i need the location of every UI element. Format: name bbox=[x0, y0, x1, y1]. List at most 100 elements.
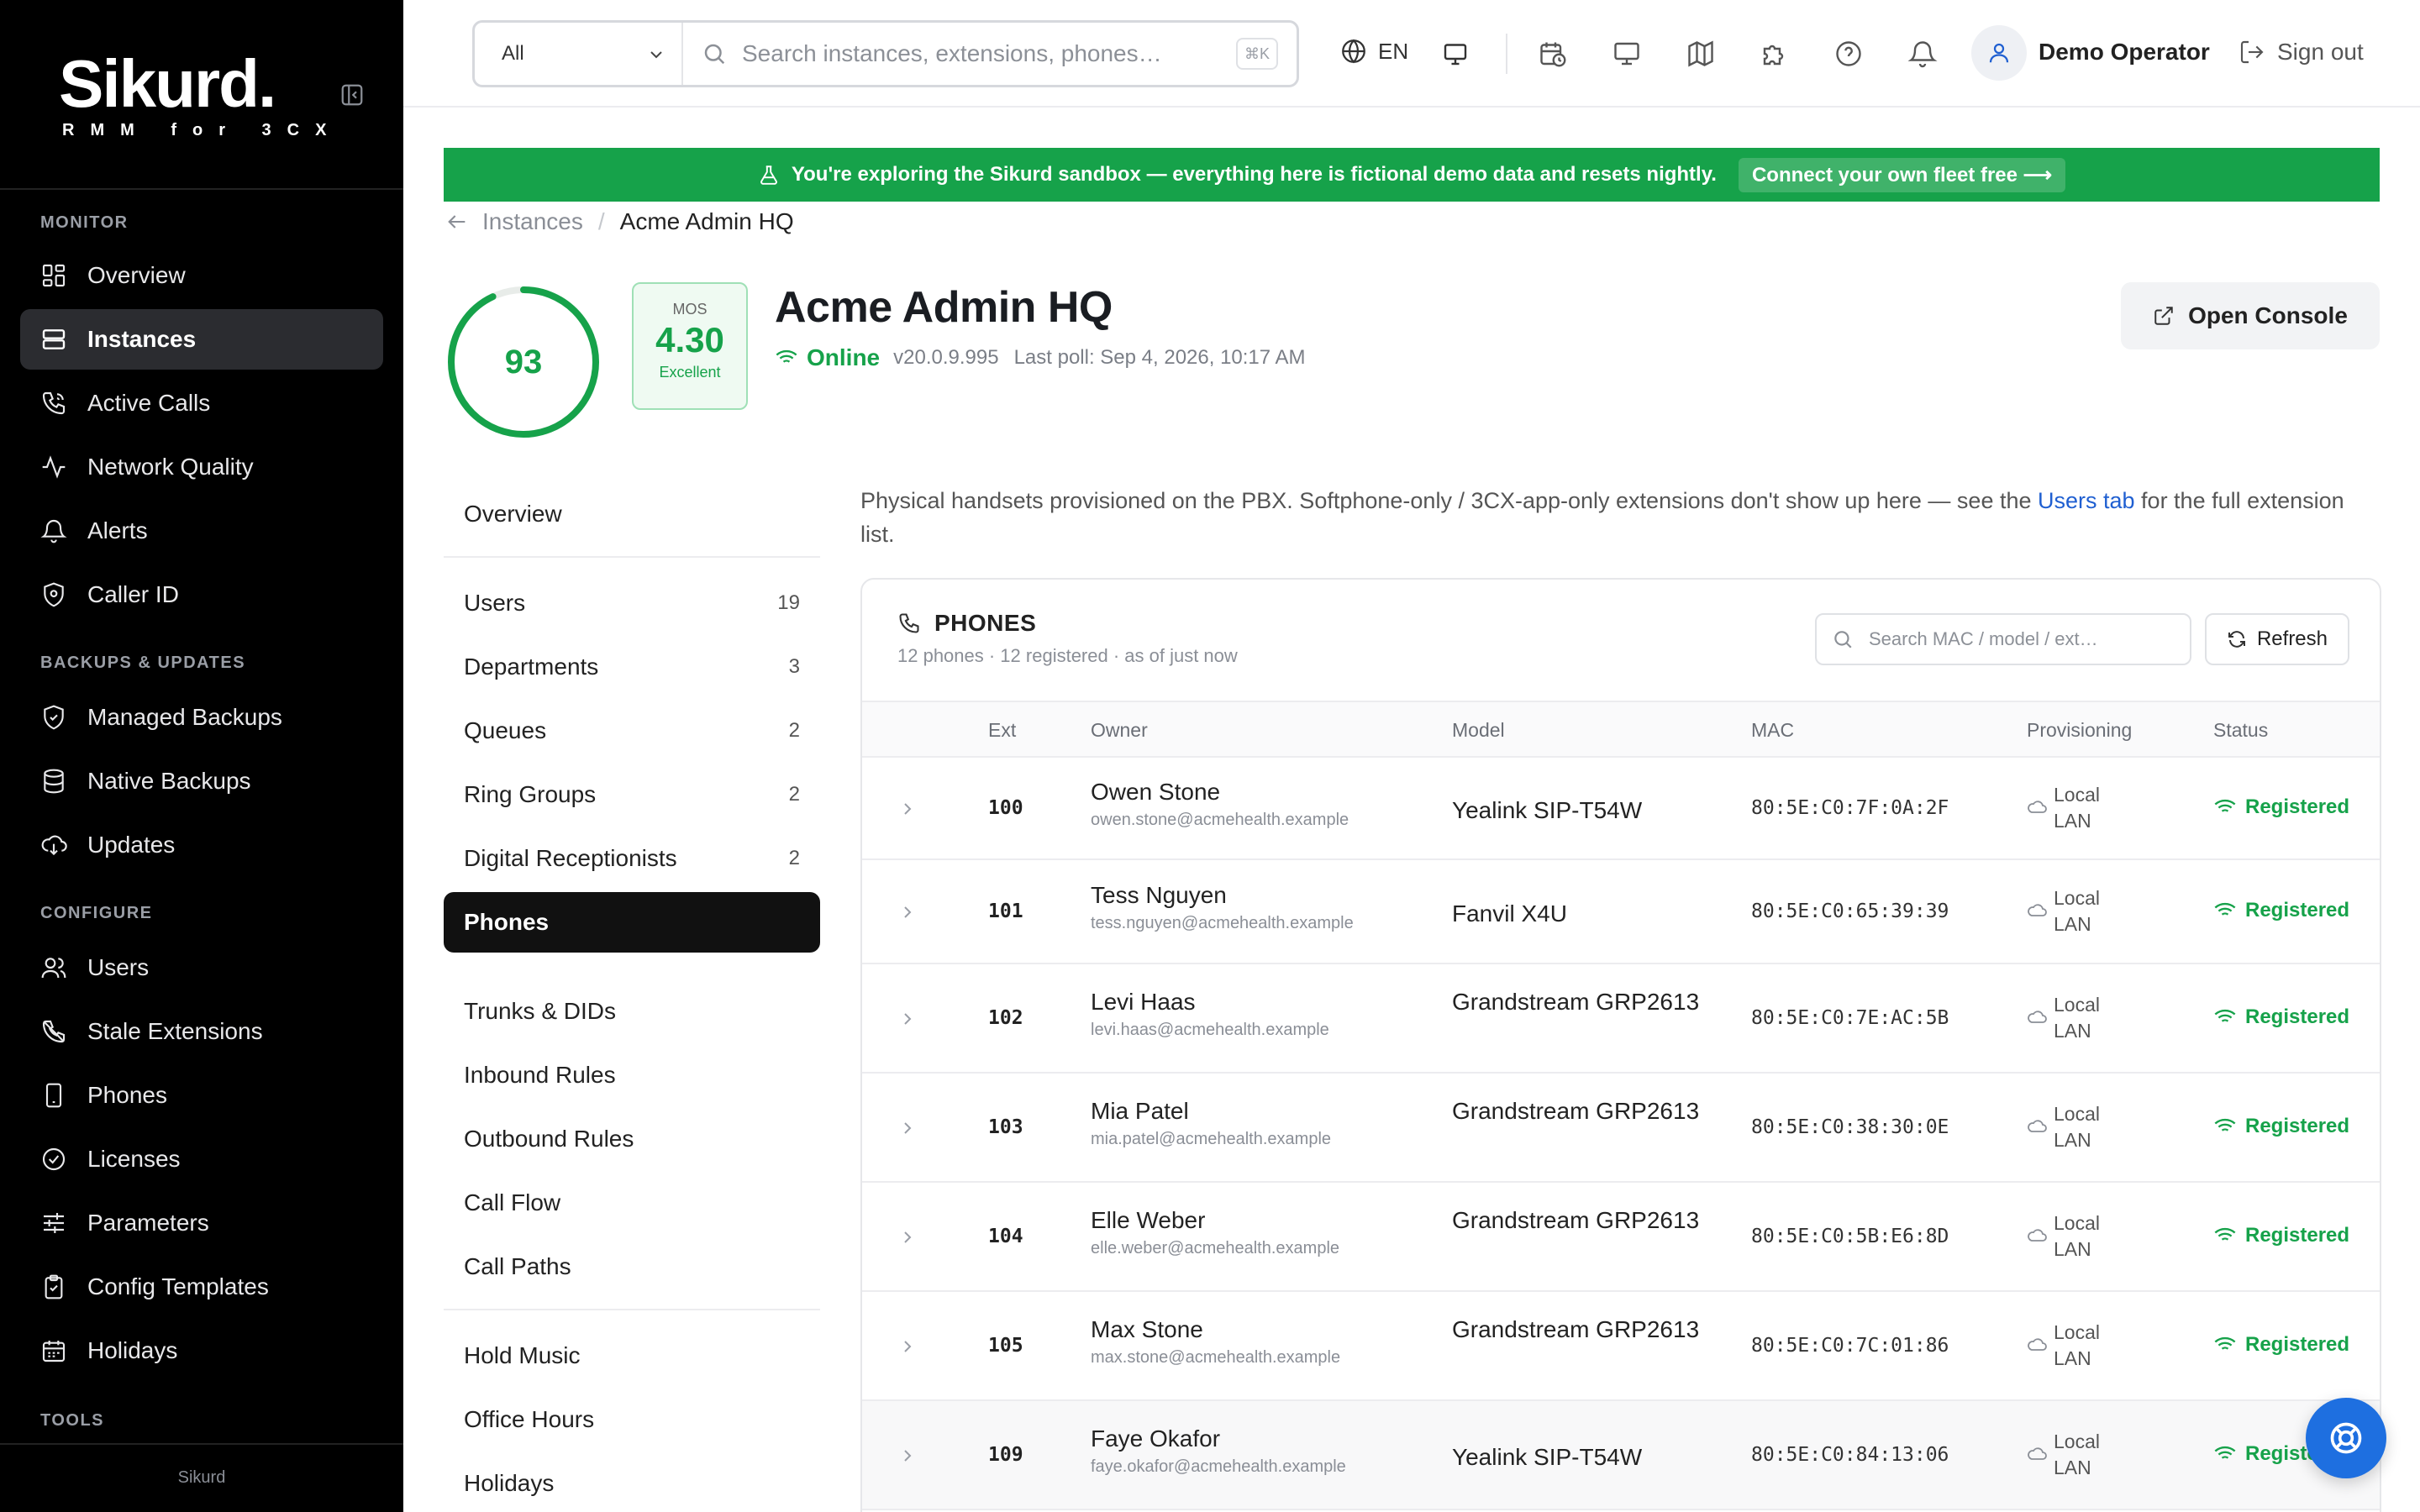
tab-overview[interactable]: Overview bbox=[444, 484, 820, 544]
nav-section-configure: CONFIGURE bbox=[40, 904, 153, 922]
refresh-button[interactable]: Refresh bbox=[2205, 613, 2349, 665]
sidebar-item-network-quality[interactable]: Network Quality bbox=[20, 437, 383, 497]
status-value: Registered bbox=[2245, 1333, 2350, 1356]
tab-label: Call Flow bbox=[464, 1189, 561, 1215]
avatar[interactable] bbox=[1971, 25, 2027, 81]
sidebar-item-overview[interactable]: Overview bbox=[20, 245, 383, 306]
chevron-right-icon[interactable] bbox=[897, 1446, 918, 1466]
table-row[interactable]: 102 Levi Haas levi.haas@acmehealth.example… bbox=[862, 964, 2380, 1074]
column-header[interactable]: Owner bbox=[1091, 719, 1148, 742]
phones-search-placeholder: Search MAC / model / ext… bbox=[1869, 628, 2098, 649]
sidebar-item-parameters[interactable]: Parameters bbox=[20, 1193, 383, 1253]
sidebar-item-native-backups[interactable]: Native Backups bbox=[20, 751, 383, 811]
table-row[interactable]: 104 Elle Weber elle.weber@acmehealth.examp… bbox=[862, 1183, 2380, 1292]
sidebar-item-instances[interactable]: Instances bbox=[20, 309, 383, 370]
brand-logo[interactable]: Sikurd. RMM for 3CX bbox=[59, 50, 342, 140]
calendar-clock-icon[interactable] bbox=[1538, 39, 1568, 69]
sidebar-item-updates[interactable]: Updates bbox=[20, 815, 383, 875]
column-header[interactable]: Ext bbox=[988, 719, 1016, 742]
search-input[interactable]: Search instances, extensions, phones… bbox=[742, 40, 1236, 67]
sidebar-item-users[interactable]: Users bbox=[20, 937, 383, 998]
users-tab-link[interactable]: Users tab bbox=[2038, 488, 2135, 513]
tab-departments[interactable]: Departments 3 bbox=[444, 637, 820, 697]
chevron-right-icon[interactable] bbox=[897, 1118, 918, 1138]
help-circle-icon[interactable] bbox=[1833, 39, 1864, 69]
sidebar-item-licenses[interactable]: Licenses bbox=[20, 1129, 383, 1189]
sidebar-collapse-icon[interactable] bbox=[339, 82, 365, 108]
phones-description: Physical handsets provisioned on the PBX… bbox=[860, 484, 2373, 551]
column-header[interactable]: Model bbox=[1452, 719, 1505, 742]
instance-meta: Online v20.0.9.995 Last poll: Sep 4, 202… bbox=[775, 344, 1305, 371]
sidebar-item-stale-extensions[interactable]: Stale Extensions bbox=[20, 1001, 383, 1062]
open-console-button[interactable]: Open Console bbox=[2121, 282, 2380, 349]
tab-ring-groups[interactable]: Ring Groups 2 bbox=[444, 764, 820, 825]
status-badge: Registered bbox=[2213, 899, 2349, 922]
sidebar-item-phones[interactable]: Phones bbox=[20, 1065, 383, 1126]
sidebar-item-alerts[interactable]: Alerts bbox=[20, 501, 383, 561]
tab-queues[interactable]: Queues 2 bbox=[444, 701, 820, 761]
tab-label: Queues bbox=[464, 717, 547, 743]
sidebar-item-caller-id[interactable]: Caller ID bbox=[20, 564, 383, 625]
chevron-right-icon[interactable] bbox=[897, 902, 918, 922]
table-row[interactable]: 109 Faye Okafor faye.okafor@acmehealth.exa… bbox=[862, 1401, 2380, 1510]
cloud-icon bbox=[2027, 1101, 2054, 1137]
map-icon[interactable] bbox=[1686, 39, 1716, 69]
language-switcher[interactable]: EN bbox=[1339, 37, 1408, 66]
owner-cell: Max Stone max.stone@acmehealth.example bbox=[1091, 1316, 1340, 1368]
column-header[interactable]: MAC bbox=[1751, 719, 1794, 742]
sidebar-item-config-templates[interactable]: Config Templates bbox=[20, 1257, 383, 1317]
owner-name: Tess Nguyen bbox=[1091, 882, 1227, 908]
breadcrumb-instances-link[interactable]: Instances bbox=[482, 208, 583, 235]
sidebar-item-managed-backups[interactable]: Managed Backups bbox=[20, 687, 383, 748]
desktop-icon[interactable] bbox=[1612, 39, 1642, 69]
open-console-label: Open Console bbox=[2188, 302, 2348, 328]
column-header[interactable]: Status bbox=[2213, 719, 2268, 742]
provisioning-cell: Local LAN bbox=[2027, 1210, 2111, 1263]
tab-trunks-dids[interactable]: Trunks & DIDs bbox=[444, 981, 820, 1042]
support-button[interactable] bbox=[2306, 1398, 2386, 1478]
phones-search-input[interactable]: Search MAC / model / ext… bbox=[1815, 613, 2191, 665]
tab-call-paths[interactable]: Call Paths bbox=[444, 1236, 820, 1297]
chevron-right-icon[interactable] bbox=[897, 799, 918, 819]
lifebuoy-icon bbox=[2328, 1420, 2365, 1457]
tab-call-flow[interactable]: Call Flow bbox=[444, 1173, 820, 1233]
phones-summary: 12 phones · 12 registered · as of just n… bbox=[897, 645, 1238, 666]
search-scope-select[interactable]: All bbox=[475, 23, 683, 85]
provisioning-value: Local LAN bbox=[2054, 1431, 2100, 1478]
chevron-right-icon[interactable] bbox=[897, 1336, 918, 1357]
tab-holidays[interactable]: Holidays bbox=[444, 1453, 820, 1512]
sidebar-item-holidays[interactable]: Holidays bbox=[20, 1320, 383, 1381]
table-row[interactable]: 103 Mia Patel mia.patel@acmehealth.example… bbox=[862, 1074, 2380, 1183]
table-row[interactable]: 100 Owen Stone owen.stone@acmehealth.examp… bbox=[862, 758, 2380, 860]
bell-icon[interactable] bbox=[1907, 39, 1938, 69]
column-header[interactable]: Provisioning bbox=[2027, 719, 2132, 742]
mos-label: MOS bbox=[672, 301, 708, 318]
tab-phones[interactable]: Phones bbox=[444, 892, 820, 953]
sidebar-item-label: Native Backups bbox=[87, 768, 251, 794]
arrow-left-icon[interactable] bbox=[445, 210, 482, 234]
tab-office-hours[interactable]: Office Hours bbox=[444, 1389, 820, 1450]
table-row[interactable]: 101 Tess Nguyen tess.nguyen@acmehealth.exa… bbox=[862, 860, 2380, 964]
last-poll-label: Last poll: Sep 4, 2026, 10:17 AM bbox=[1013, 346, 1306, 369]
chevron-right-icon[interactable] bbox=[897, 1009, 918, 1029]
tab-inbound-rules[interactable]: Inbound Rules bbox=[444, 1045, 820, 1105]
tab-hold-music[interactable]: Hold Music bbox=[444, 1326, 820, 1386]
provisioning-value: Local LAN bbox=[2054, 1321, 2100, 1369]
sidebar-item-label: Stale Extensions bbox=[87, 1018, 263, 1044]
table-row[interactable]: 105 Max Stone max.stone@acmehealth.example… bbox=[862, 1292, 2380, 1401]
monitor-icon[interactable] bbox=[1440, 39, 1470, 69]
connect-fleet-link[interactable]: Connect your own fleet free ⟶ bbox=[1738, 157, 2066, 192]
sidebar-item-label: Overview bbox=[87, 262, 186, 288]
chevron-right-icon[interactable] bbox=[897, 1227, 918, 1247]
tab-users[interactable]: Users 19 bbox=[444, 573, 820, 633]
wifi-icon bbox=[2213, 1005, 2245, 1029]
tab-digital-receptionists[interactable]: Digital Receptionists 2 bbox=[444, 828, 820, 889]
sidebar-item-active-calls[interactable]: Active Calls bbox=[20, 373, 383, 433]
model-cell: Grandstream GRP2613 bbox=[1452, 1316, 1700, 1342]
sign-out-button[interactable]: Sign out bbox=[2238, 39, 2364, 66]
user-name[interactable]: Demo Operator bbox=[2039, 39, 2210, 66]
search-icon bbox=[1832, 628, 1869, 650]
divider bbox=[1506, 34, 1507, 74]
puzzle-icon[interactable] bbox=[1760, 39, 1790, 69]
tab-outbound-rules[interactable]: Outbound Rules bbox=[444, 1109, 820, 1169]
